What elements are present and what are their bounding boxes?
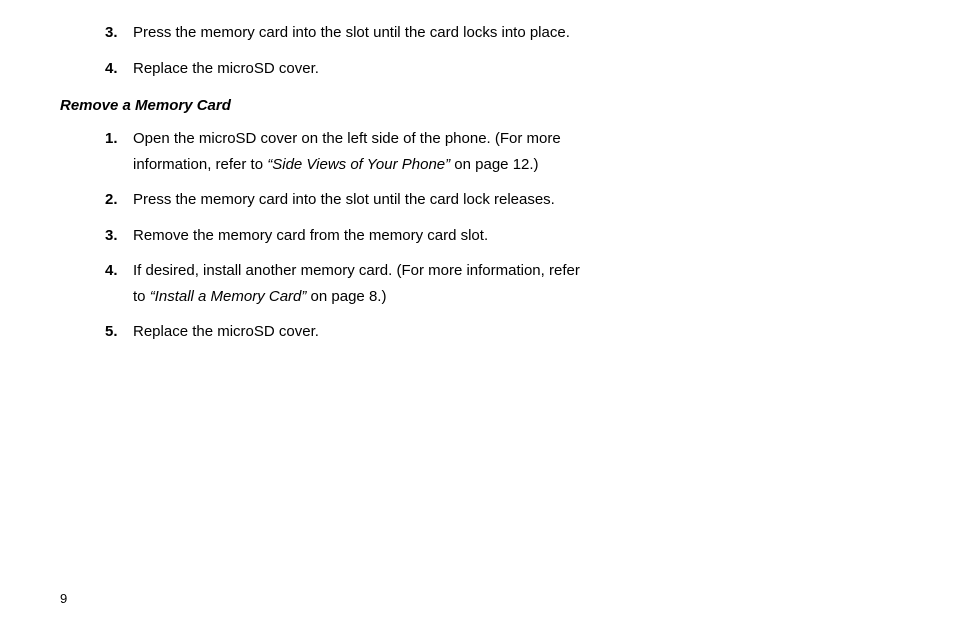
page-number: 9 [60,591,67,606]
text-segment: Replace the microSD cover. [133,323,319,340]
page-content: 3. Press the memory card into the slot u… [60,20,580,345]
list-number: 5. [105,319,133,345]
list-text: Replace the microSD cover. [133,56,580,82]
text-segment: Press the memory card into the slot unti… [133,191,555,208]
list-text: Replace the microSD cover. [133,319,580,345]
cross-reference: “Install a Memory Card” [150,288,307,305]
text-segment: Remove the memory card from the memory c… [133,227,488,244]
text-segment: on page 8.) [306,288,386,305]
list-item: 3. Press the memory card into the slot u… [105,20,580,46]
list-item: 4. Replace the microSD cover. [105,56,580,82]
list-text: Press the memory card into the slot unti… [133,187,580,213]
list-item: 2. Press the memory card into the slot u… [105,187,580,213]
list-number: 4. [105,56,133,82]
list-item: 1. Open the microSD cover on the left si… [105,126,580,177]
cross-reference: “Side Views of Your Phone” [267,156,450,173]
list-number: 3. [105,223,133,249]
list-number: 2. [105,187,133,213]
list-item: 3. Remove the memory card from the memor… [105,223,580,249]
second-instruction-list: 1. Open the microSD cover on the left si… [60,126,580,345]
list-number: 3. [105,20,133,46]
first-instruction-list: 3. Press the memory card into the slot u… [60,20,580,81]
list-text: If desired, install another memory card.… [133,258,580,309]
list-text: Press the memory card into the slot unti… [133,20,580,46]
list-number: 1. [105,126,133,177]
list-item: 4. If desired, install another memory ca… [105,258,580,309]
list-text: Remove the memory card from the memory c… [133,223,580,249]
section-heading: Remove a Memory Card [60,97,580,114]
list-item: 5. Replace the microSD cover. [105,319,580,345]
text-segment: Replace the microSD cover. [133,60,319,77]
list-number: 4. [105,258,133,309]
text-segment: on page 12.) [450,156,538,173]
text-segment: Press the memory card into the slot unti… [133,24,570,41]
list-text: Open the microSD cover on the left side … [133,126,580,177]
